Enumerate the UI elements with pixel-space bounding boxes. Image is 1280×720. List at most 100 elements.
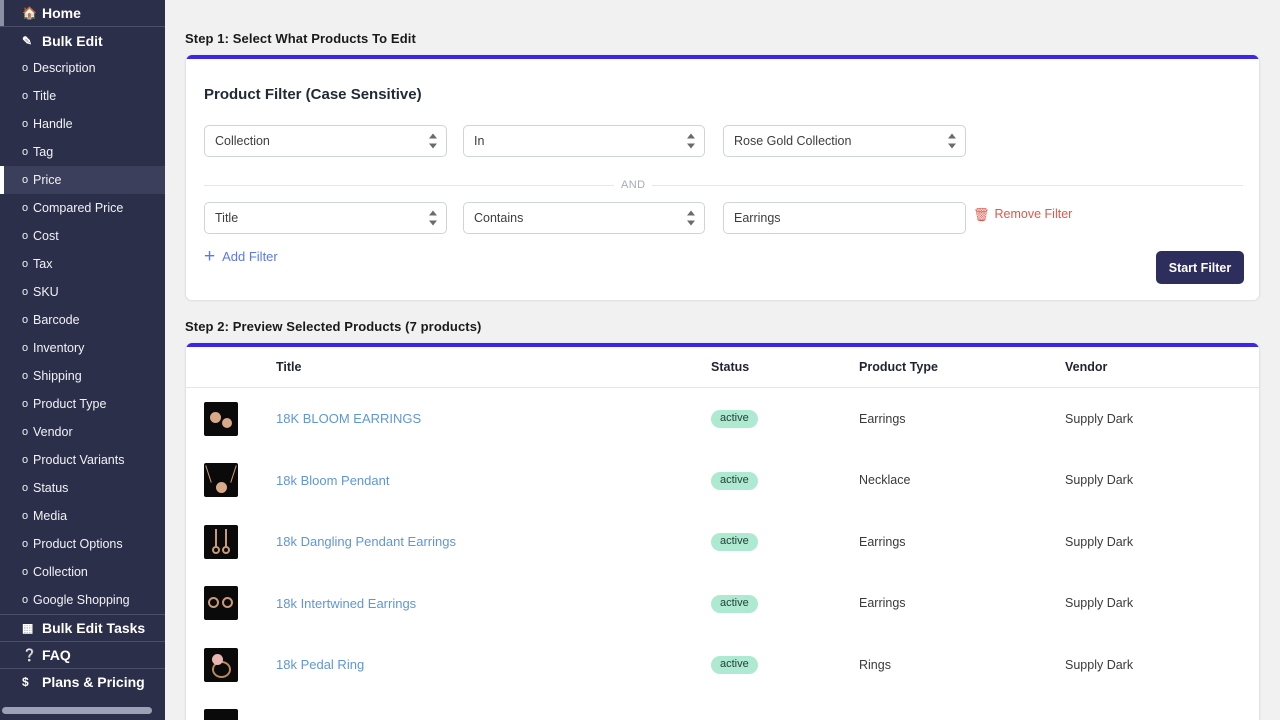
table-row[interactable]: 18k Bloom Pendant active Necklace Supply… bbox=[186, 450, 1259, 512]
filter-value-input[interactable]: Earrings bbox=[723, 202, 966, 234]
bullet-icon: o bbox=[22, 202, 33, 214]
product-title-cell[interactable]: 18k Bloom Pendant bbox=[276, 473, 711, 488]
flower-ring-icon bbox=[204, 648, 238, 682]
sidebar-item-media[interactable]: o Media bbox=[0, 502, 165, 530]
chevron-updown-icon bbox=[428, 134, 437, 149]
chevron-updown-icon bbox=[428, 211, 437, 226]
column-header-status: Status bbox=[711, 360, 859, 374]
bullet-icon: o bbox=[22, 482, 33, 494]
sidebar-item-status[interactable]: o Status bbox=[0, 474, 165, 502]
product-title-cell[interactable]: 18k Pedal Ring bbox=[276, 657, 711, 672]
product-vendor-cell: Supply Dark bbox=[1065, 473, 1259, 487]
filter-field-select[interactable]: Collection bbox=[204, 125, 447, 157]
product-title-link[interactable]: 18k Dangling Pendant Earrings bbox=[276, 534, 456, 549]
sidebar-item-shipping[interactable]: o Shipping bbox=[0, 362, 165, 390]
sidebar-item-label: Title bbox=[33, 89, 56, 103]
sidebar-item-label: Barcode bbox=[33, 313, 80, 327]
table-row[interactable]: 18k Intertwined Earrings active Earrings… bbox=[186, 573, 1259, 635]
plus-icon: + bbox=[204, 247, 215, 266]
sidebar-item-handle[interactable]: o Handle bbox=[0, 110, 165, 138]
bullet-icon: o bbox=[22, 314, 33, 326]
preview-products-card: Title Status Product Type Vendor 18K BLO… bbox=[185, 343, 1260, 720]
sidebar-item-compared-price[interactable]: o Compared Price bbox=[0, 194, 165, 222]
product-title-link[interactable]: 18k Bloom Pendant bbox=[276, 473, 389, 488]
sidebar-item-tag[interactable]: o Tag bbox=[0, 138, 165, 166]
bullet-icon: o bbox=[22, 90, 33, 102]
sidebar-item-label: Bulk Edit Tasks bbox=[42, 620, 145, 636]
sidebar-item-product-variants[interactable]: o Product Variants bbox=[0, 446, 165, 474]
chevron-updown-icon bbox=[686, 211, 695, 226]
filter-value-text: Rose Gold Collection bbox=[734, 134, 851, 148]
sidebar-item-product-type[interactable]: o Product Type bbox=[0, 390, 165, 418]
divider-line-right bbox=[652, 185, 1243, 186]
sidebar-item-description[interactable]: o Description bbox=[0, 54, 165, 82]
edit-square-icon: ✎ bbox=[22, 35, 37, 47]
product-type-cell: Necklace bbox=[859, 473, 1065, 487]
bullet-icon: o bbox=[22, 118, 33, 130]
sidebar-item-bulk-edit-tasks[interactable]: ▦ Bulk Edit Tasks bbox=[0, 614, 165, 641]
sidebar-item-label: Tax bbox=[33, 257, 52, 271]
bullet-icon: o bbox=[22, 286, 33, 298]
sidebar-item-sku[interactable]: o SKU bbox=[0, 278, 165, 306]
sidebar-scrollbar[interactable] bbox=[0, 707, 165, 714]
remove-filter-button[interactable]: 🗑 Remove Filter bbox=[973, 207, 1072, 221]
sidebar-item-label: Product Type bbox=[33, 397, 106, 411]
product-status-cell: active bbox=[711, 471, 859, 490]
sidebar-item-label: Vendor bbox=[33, 425, 73, 439]
add-filter-button[interactable]: + Add Filter bbox=[204, 247, 278, 266]
product-type-cell: Rings bbox=[859, 658, 1065, 672]
sidebar-item-label: Media bbox=[33, 509, 67, 523]
product-title-link[interactable]: 18K BLOOM EARRINGS bbox=[276, 411, 421, 426]
start-filter-button[interactable]: Start Filter bbox=[1156, 251, 1244, 284]
bullet-icon: o bbox=[22, 426, 33, 438]
necklace-pendant-icon bbox=[204, 463, 238, 497]
product-title-link[interactable]: 18k Intertwined Earrings bbox=[276, 596, 416, 611]
sidebar-item-home-label: Home bbox=[42, 5, 81, 21]
product-thumbnail-cell bbox=[204, 402, 276, 436]
sidebar-item-title[interactable]: o Title bbox=[0, 82, 165, 110]
product-title-link[interactable]: 18k Pedal Ring bbox=[276, 657, 364, 672]
dollar-icon: $ bbox=[22, 676, 37, 688]
sidebar-item-inventory[interactable]: o Inventory bbox=[0, 334, 165, 362]
sidebar-item-faq[interactable]: ❔ FAQ bbox=[0, 641, 165, 668]
product-filter-card: Product Filter (Case Sensitive) Collecti… bbox=[185, 55, 1260, 301]
product-status-cell: active bbox=[711, 409, 859, 428]
column-header-title: Title bbox=[276, 360, 711, 374]
sidebar-item-tax[interactable]: o Tax bbox=[0, 250, 165, 278]
trash-icon: 🗑 bbox=[973, 208, 990, 221]
product-thumbnail-cell bbox=[204, 463, 276, 497]
table-row[interactable]: 18k Dangling Pendant Earrings active Ear… bbox=[186, 511, 1259, 573]
sidebar-item-product-options[interactable]: o Product Options bbox=[0, 530, 165, 558]
product-title-cell[interactable]: 18k Intertwined Earrings bbox=[276, 596, 711, 611]
product-type-cell: Earrings bbox=[859, 412, 1065, 426]
filter-operator-select[interactable]: In bbox=[463, 125, 705, 157]
sidebar-item-label: Cost bbox=[33, 229, 59, 243]
sidebar-item-google-shopping[interactable]: o Google Shopping bbox=[0, 586, 165, 614]
table-row[interactable]: 18K BLOOM EARRINGS active Earrings Suppl… bbox=[186, 388, 1259, 450]
table-row[interactable]: 18k Pedal Ring active Rings Supply Dark bbox=[186, 634, 1259, 696]
bullet-icon: o bbox=[22, 342, 33, 354]
table-row[interactable] bbox=[186, 696, 1259, 720]
sidebar-item-collection[interactable]: o Collection bbox=[0, 558, 165, 586]
filter-value-select[interactable]: Rose Gold Collection bbox=[723, 125, 966, 157]
sidebar-item-cost[interactable]: o Cost bbox=[0, 222, 165, 250]
product-title-cell[interactable]: 18K BLOOM EARRINGS bbox=[276, 411, 711, 426]
filter-operator-select[interactable]: Contains bbox=[463, 202, 705, 234]
table-icon: ▦ bbox=[22, 622, 37, 634]
add-filter-label: Add Filter bbox=[222, 249, 278, 264]
product-thumbnail-cell bbox=[204, 586, 276, 620]
sidebar-item-plans-pricing[interactable]: $ Plans & Pricing bbox=[0, 668, 165, 695]
filter-field-select[interactable]: Title bbox=[204, 202, 447, 234]
sidebar-item-label: Price bbox=[33, 173, 61, 187]
step2-heading: Step 2: Preview Selected Products (7 pro… bbox=[185, 319, 481, 334]
sidebar-item-price[interactable]: o Price bbox=[0, 166, 165, 194]
table-header-row: Title Status Product Type Vendor bbox=[186, 347, 1259, 388]
sidebar-item-vendor[interactable]: o Vendor bbox=[0, 418, 165, 446]
product-vendor-cell: Supply Dark bbox=[1065, 412, 1259, 426]
sidebar-item-label: Product Options bbox=[33, 537, 123, 551]
product-title-cell[interactable]: 18k Dangling Pendant Earrings bbox=[276, 534, 711, 549]
sidebar-item-bulk-edit[interactable]: ✎ Bulk Edit bbox=[0, 27, 165, 54]
panel-title: Product Filter (Case Sensitive) bbox=[204, 86, 422, 103]
sidebar-item-barcode[interactable]: o Barcode bbox=[0, 306, 165, 334]
sidebar-item-home[interactable]: 🏠 Home bbox=[0, 0, 165, 27]
